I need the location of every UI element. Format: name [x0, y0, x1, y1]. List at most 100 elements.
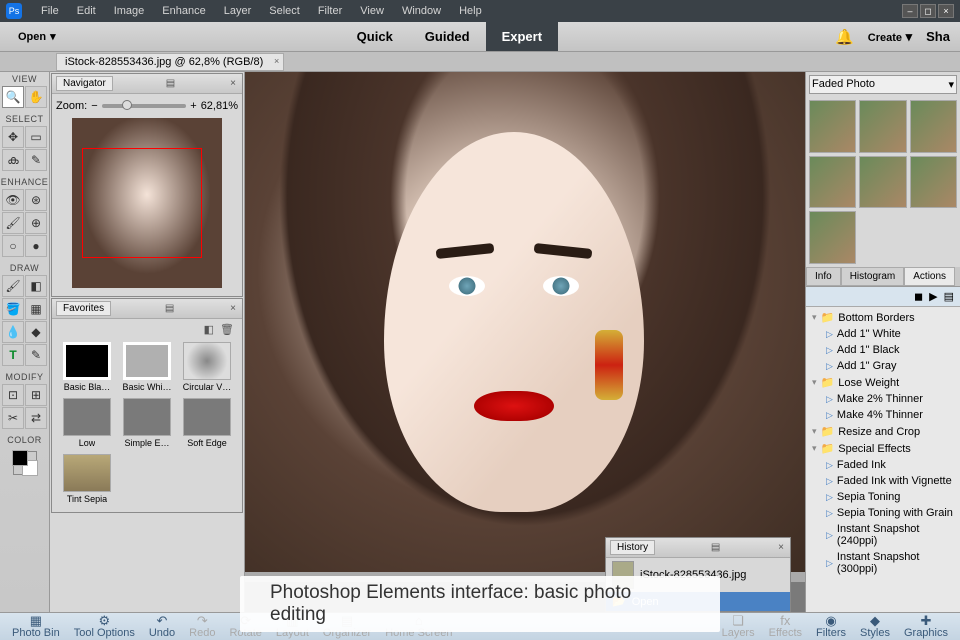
panel-close-icon[interactable]: ×	[776, 542, 786, 553]
action-item[interactable]: ▷Sepia Toning	[808, 489, 958, 505]
navigator-tab[interactable]: Navigator	[56, 76, 113, 91]
panel-menu-icon[interactable]: ▤	[164, 78, 177, 89]
zoom-in-icon[interactable]: +	[190, 100, 196, 112]
blur-tool[interactable]: ○	[2, 235, 24, 257]
mode-expert[interactable]: Expert	[486, 22, 558, 51]
favorite-item[interactable]: Tint Sepia	[60, 454, 114, 504]
navigator-viewport-box[interactable]	[82, 148, 202, 258]
photo-bin-button[interactable]: ▦Photo Bin	[6, 614, 66, 639]
bell-icon[interactable]: 🔔	[835, 28, 854, 46]
maximize-icon[interactable]: ◻	[920, 4, 936, 18]
menu-enhance[interactable]: Enhance	[153, 5, 214, 17]
zoom-out-icon[interactable]: −	[91, 100, 97, 112]
action-item[interactable]: ▷Make 4% Thinner	[808, 407, 958, 423]
smart-brush-tool[interactable]: 🖌	[2, 212, 24, 234]
graphics-button[interactable]: ✚Graphics	[898, 614, 954, 639]
crop-tool[interactable]: ⊡	[2, 384, 24, 406]
action-item[interactable]: ▷Add 1" Black	[808, 342, 958, 358]
zoom-tool[interactable]: 🔍	[2, 86, 24, 108]
close-tab-icon[interactable]: ×	[274, 56, 279, 66]
tab-histogram[interactable]: Histogram	[841, 267, 905, 286]
recompose-tool[interactable]: ⊞	[25, 384, 47, 406]
panel-menu-icon[interactable]: ▤	[709, 542, 722, 553]
preset-thumb[interactable]	[910, 100, 957, 153]
preset-select[interactable]: Faded Photo▾	[809, 75, 957, 94]
clone-tool[interactable]: ⊕	[25, 212, 47, 234]
straighten-tool[interactable]: ⇄	[25, 407, 47, 429]
history-tab[interactable]: History	[610, 540, 655, 555]
color-swatch[interactable]	[13, 451, 37, 475]
hand-tool[interactable]: ✋	[25, 86, 47, 108]
favorite-item[interactable]: Circular V…	[180, 342, 234, 392]
share-button[interactable]: Sha	[926, 29, 950, 44]
action-folder[interactable]: ▾📁Special Effects	[808, 440, 958, 457]
panel-menu-icon[interactable]: ▤	[944, 290, 954, 303]
navigator-preview[interactable]	[72, 118, 222, 288]
preset-thumb[interactable]	[859, 100, 906, 153]
mode-guided[interactable]: Guided	[409, 22, 486, 51]
favorite-item[interactable]: Basic Whi…	[120, 342, 174, 392]
marquee-tool[interactable]: ▭	[25, 126, 47, 148]
menu-layer[interactable]: Layer	[215, 5, 261, 17]
undo-button[interactable]: ↶Undo	[143, 614, 181, 639]
redo-button[interactable]: ↷Redo	[183, 614, 221, 639]
favorites-tab[interactable]: Favorites	[56, 301, 111, 316]
trash-icon[interactable]: 🗑	[220, 323, 234, 336]
favorite-item[interactable]: Low	[60, 398, 114, 448]
backdrop-icon[interactable]: ◧	[204, 323, 214, 336]
filters-button[interactable]: ◉Filters	[810, 614, 852, 639]
minimize-icon[interactable]: –	[902, 4, 918, 18]
move-tool[interactable]: ✥	[2, 126, 24, 148]
styles-button[interactable]: ◆Styles	[854, 614, 896, 639]
favorite-item[interactable]: Simple E…	[120, 398, 174, 448]
content-move-tool[interactable]: ✂	[2, 407, 24, 429]
lasso-tool[interactable]: ക	[2, 149, 24, 171]
tool-options-button[interactable]: ⚙Tool Options	[68, 614, 141, 639]
action-item[interactable]: ▷Instant Snapshot (240ppi)	[808, 521, 958, 549]
menu-help[interactable]: Help	[450, 5, 491, 17]
mode-quick[interactable]: Quick	[341, 22, 409, 51]
shape-tool[interactable]: ◆	[25, 321, 47, 343]
open-button[interactable]: Open▾	[10, 27, 64, 46]
zoom-slider[interactable]	[102, 104, 187, 108]
brush-tool[interactable]: 🖌	[2, 275, 24, 297]
pencil-tool[interactable]: ✎	[25, 344, 47, 366]
menu-edit[interactable]: Edit	[68, 5, 105, 17]
spot-heal-tool[interactable]: ⊛	[25, 189, 47, 211]
close-icon[interactable]: ×	[938, 4, 954, 18]
menu-window[interactable]: Window	[393, 5, 450, 17]
create-button[interactable]: Create ▾	[868, 29, 912, 45]
action-item[interactable]: ▷Add 1" Gray	[808, 358, 958, 374]
menu-file[interactable]: File	[32, 5, 68, 17]
action-item[interactable]: ▷Faded Ink with Vignette	[808, 473, 958, 489]
stop-icon[interactable]: ◼	[914, 290, 923, 303]
preset-thumb[interactable]	[809, 211, 856, 264]
quick-select-tool[interactable]: ✎	[25, 149, 47, 171]
tab-info[interactable]: Info	[806, 267, 841, 286]
preset-thumb[interactable]	[859, 156, 906, 209]
action-item[interactable]: ▷Instant Snapshot (300ppi)	[808, 549, 958, 577]
eraser-tool[interactable]: ◧	[25, 275, 47, 297]
fill-tool[interactable]: 🪣	[2, 298, 24, 320]
preset-thumb[interactable]	[809, 156, 856, 209]
favorite-item[interactable]: Basic Bla…	[60, 342, 114, 392]
menu-image[interactable]: Image	[105, 5, 154, 17]
action-item[interactable]: ▷Sepia Toning with Grain	[808, 505, 958, 521]
menu-filter[interactable]: Filter	[309, 5, 351, 17]
gradient-tool[interactable]: ▦	[25, 298, 47, 320]
document-canvas[interactable]	[245, 72, 805, 572]
preset-thumb[interactable]	[910, 156, 957, 209]
layers-button[interactable]: ❏Layers	[716, 614, 761, 639]
tab-actions[interactable]: Actions	[904, 267, 955, 286]
type-tool[interactable]: T	[2, 344, 24, 366]
play-icon[interactable]: ▶	[929, 290, 937, 303]
action-item[interactable]: ▷Add 1" White	[808, 326, 958, 342]
panel-menu-icon[interactable]: ▤	[163, 303, 176, 314]
effects-button[interactable]: fxEffects	[763, 614, 808, 639]
action-folder[interactable]: ▾📁Resize and Crop	[808, 423, 958, 440]
sponge-tool[interactable]: ●	[25, 235, 47, 257]
action-item[interactable]: ▷Make 2% Thinner	[808, 391, 958, 407]
eyedropper-tool[interactable]: 💧	[2, 321, 24, 343]
panel-close-icon[interactable]: ×	[228, 78, 238, 89]
action-item[interactable]: ▷Faded Ink	[808, 457, 958, 473]
